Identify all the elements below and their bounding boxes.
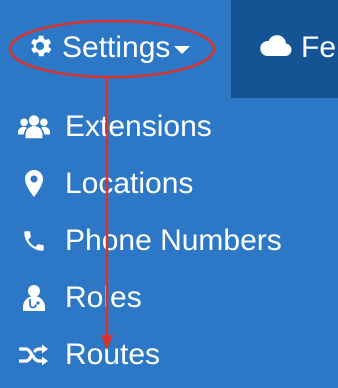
map-marker-icon [18, 168, 50, 200]
menu-item-locations[interactable]: Locations [0, 159, 338, 209]
menu-item-routes-label: Routes [65, 338, 161, 371]
settings-dropdown-toggle[interactable]: Settings [26, 31, 191, 65]
settings-label: Settings [62, 31, 171, 64]
menu-item-locations-label: Locations [65, 167, 194, 200]
gear-icon [26, 32, 54, 65]
menu-item-roles-label: Roles [65, 281, 142, 314]
menu-item-extensions[interactable]: Extensions [0, 102, 338, 152]
nav-item-cloud-label: Fe [301, 31, 337, 64]
user-doctor-icon [18, 282, 50, 314]
shuffle-icon [18, 339, 50, 371]
menu-item-phone-numbers[interactable]: Phone Numbers [0, 216, 338, 266]
menu-item-extensions-label: Extensions [65, 110, 212, 143]
nav-item-cloud[interactable]: Fe [231, 0, 338, 98]
menu-item-roles[interactable]: Roles [0, 273, 338, 323]
caret-down-icon [174, 45, 191, 54]
menu-item-phone-numbers-label: Phone Numbers [65, 224, 282, 257]
users-icon [18, 111, 50, 143]
cloud-icon [259, 33, 293, 64]
phone-icon [18, 225, 50, 257]
menu-item-routes[interactable]: Routes [0, 330, 338, 380]
top-navbar: Settings Fe [0, 0, 338, 98]
